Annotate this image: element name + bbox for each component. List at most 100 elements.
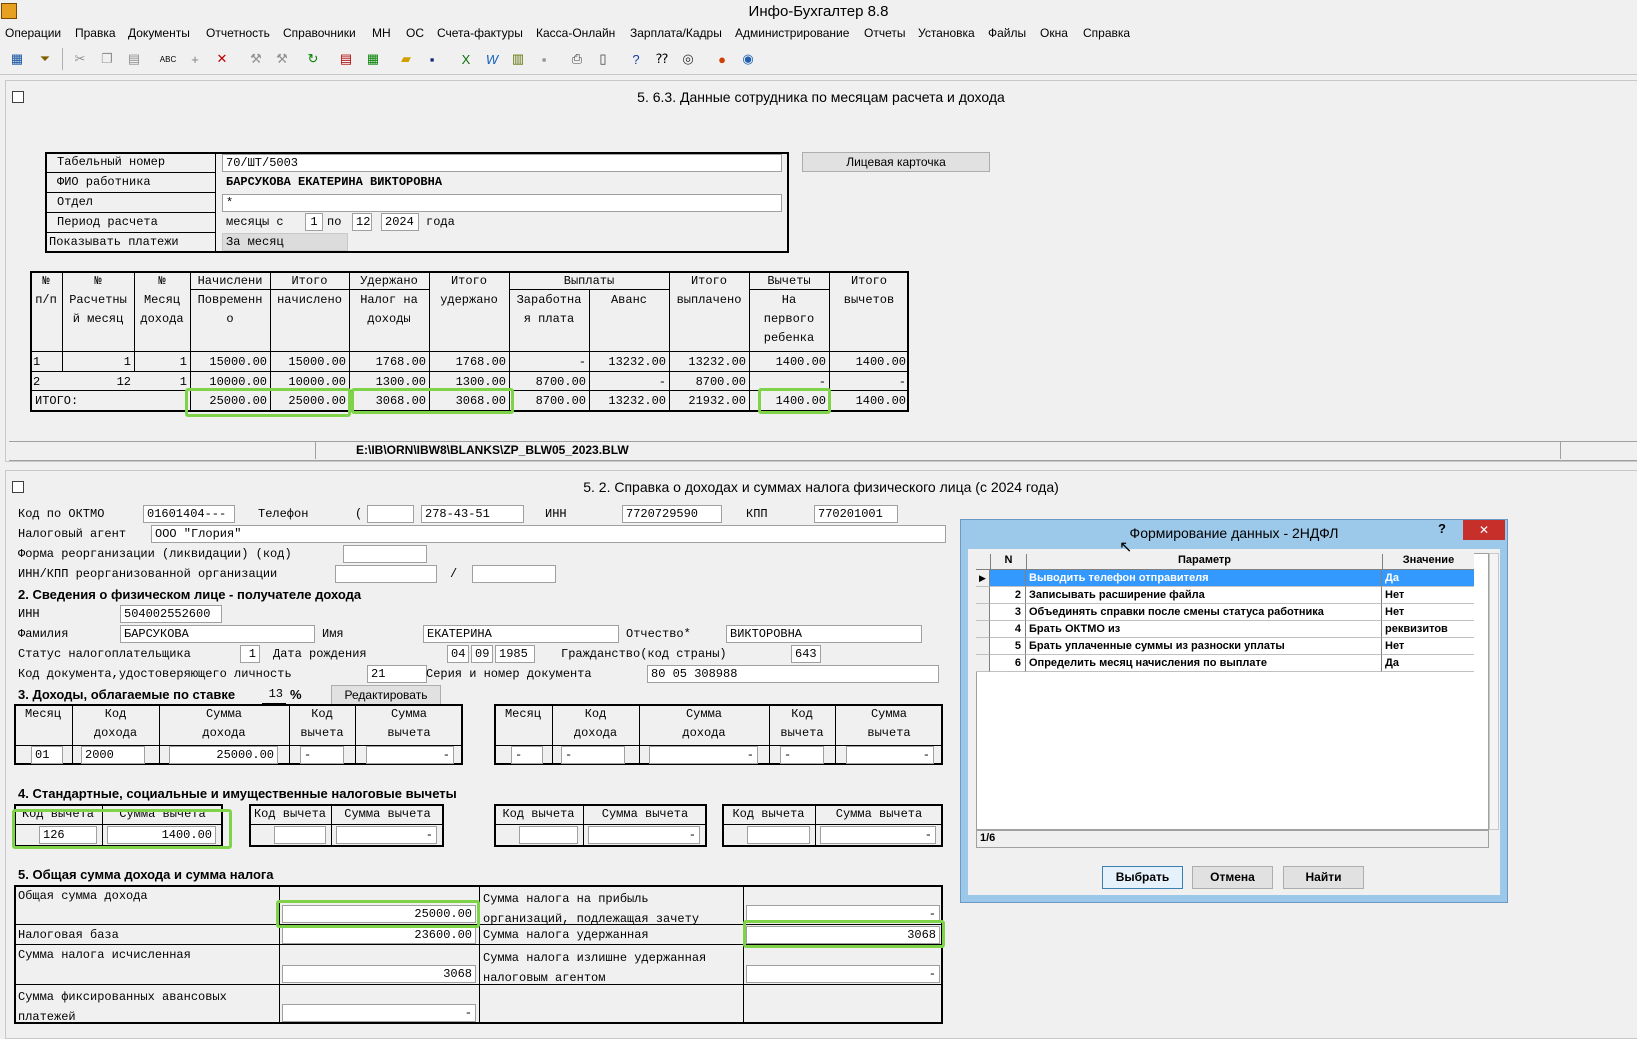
row-indicator[interactable] — [976, 655, 990, 672]
tool-icon[interactable]: ⚒ — [246, 49, 266, 69]
dob-day-field[interactable]: 04 — [447, 645, 469, 663]
patronymic-field[interactable]: ВИКТОРОВНА — [726, 625, 922, 643]
year-field[interactable]: 2024 — [381, 213, 419, 231]
income-ded-code-field[interactable]: - — [780, 746, 824, 764]
fixed-advance-field[interactable]: - — [282, 1004, 476, 1022]
menu-invoices[interactable]: Счета-фактуры — [437, 26, 523, 40]
income-code-field[interactable]: 2000 — [81, 746, 145, 764]
row-indicator[interactable] — [976, 587, 990, 604]
stamp-icon[interactable]: ▪ — [534, 49, 554, 69]
word-icon[interactable]: W — [482, 49, 502, 69]
phone-code-field[interactable] — [367, 505, 414, 523]
support-icon[interactable]: ● — [712, 49, 732, 69]
paste-icon[interactable]: ▤ — [124, 49, 144, 69]
tax-withheld-field[interactable]: 3068 — [746, 926, 940, 944]
value-cell[interactable]: Да — [1382, 655, 1474, 672]
add-icon[interactable]: + — [185, 49, 205, 69]
tab-number-field[interactable]: 70/ШТ/5003 — [222, 154, 782, 172]
period-from-field[interactable]: 1 — [305, 213, 323, 231]
deduction-code-field[interactable] — [747, 826, 810, 844]
edit-button[interactable]: Редактировать — [331, 685, 441, 705]
reorg-form-field[interactable] — [343, 545, 427, 563]
menu-salary[interactable]: Зарплата/Кадры — [630, 26, 722, 40]
find-button[interactable]: Найти — [1283, 866, 1364, 889]
deduction-code-field[interactable]: 126 — [39, 826, 97, 844]
spreadsheet-icon[interactable]: ▦ — [363, 49, 383, 69]
dialog-close-button[interactable]: ✕ — [1463, 520, 1505, 540]
doc-series-field[interactable]: 80 05 308988 — [647, 665, 939, 683]
value-cell[interactable]: Нет — [1382, 604, 1474, 621]
row-number[interactable]: 4 — [990, 621, 1026, 638]
personal-card-button[interactable]: Лицевая карточка — [802, 152, 990, 172]
menu-reporting[interactable]: Отчетность — [206, 26, 270, 40]
total-income-field[interactable]: 25000.00 — [282, 905, 476, 923]
income-sum-field[interactable]: - — [649, 746, 758, 764]
income-ded-sum-field[interactable]: - — [846, 746, 934, 764]
calculator-icon[interactable]: ▦ — [7, 49, 27, 69]
inn-field[interactable]: 7720729590 — [622, 505, 722, 523]
menu-admin[interactable]: Администрирование — [735, 26, 849, 40]
income-sum-field[interactable]: 25000.00 — [169, 746, 278, 764]
dept-field[interactable]: * — [222, 194, 782, 212]
reorg-inn-field[interactable] — [335, 565, 437, 583]
kpp-field[interactable]: 770201001 — [814, 505, 898, 523]
tax-rate-field[interactable]: 13 — [262, 686, 286, 704]
menu-references[interactable]: Справочники — [283, 26, 356, 40]
menu-help[interactable]: Справка — [1083, 26, 1130, 40]
value-cell[interactable]: Да — [1382, 570, 1474, 587]
menu-operations[interactable]: Операции — [5, 26, 61, 40]
profit-tax-field[interactable]: - — [746, 905, 940, 923]
reorg-kpp-field[interactable] — [472, 565, 556, 583]
value-cell[interactable]: реквизитов — [1382, 621, 1474, 638]
filter-icon[interactable]: ⏷ — [35, 49, 55, 69]
tax-base-field[interactable]: 23600.00 — [282, 926, 476, 944]
compass-icon[interactable]: ◎ — [678, 49, 698, 69]
row-number[interactable]: 2 — [990, 587, 1026, 604]
deduction-code-field[interactable] — [274, 826, 326, 844]
parameter-cell[interactable]: Записывать расширение файла — [1026, 587, 1382, 604]
period-to-field[interactable]: 12 — [352, 213, 372, 231]
taxpayer-status-field[interactable]: 1 — [240, 645, 260, 663]
row-number[interactable]: 5 — [990, 638, 1026, 655]
recipient-inn-field[interactable]: 504002552600 — [120, 605, 222, 623]
web-icon[interactable]: ◉ — [738, 49, 758, 69]
row-number[interactable]: 6 — [990, 655, 1026, 672]
deduction-code-field[interactable] — [519, 826, 578, 844]
row-indicator[interactable] — [976, 638, 990, 655]
dialog-scrollbar[interactable] — [1489, 553, 1499, 830]
parameter-cell[interactable]: Выводить телефон отправителя — [1026, 570, 1382, 587]
cancel-button[interactable]: Отмена — [1192, 866, 1273, 889]
agent-field[interactable]: ООО "Глория" — [151, 525, 946, 543]
menu-settings[interactable]: Установка — [918, 26, 975, 40]
open-folder-icon[interactable]: ▰ — [396, 49, 416, 69]
menu-files[interactable]: Файлы — [988, 26, 1026, 40]
parameter-cell[interactable]: Брать ОКТМО из — [1026, 621, 1382, 638]
menu-mn[interactable]: МН — [372, 26, 391, 40]
row-indicator[interactable] — [976, 604, 990, 621]
name-field[interactable]: ЕКАТЕРИНА — [423, 625, 619, 643]
income-code-field[interactable]: - — [561, 746, 625, 764]
doc-code-field[interactable]: 21 — [367, 665, 427, 683]
show-payments-select[interactable]: За месяц — [222, 233, 348, 251]
menu-os[interactable]: ОС — [406, 26, 424, 40]
dob-year-field[interactable]: 1985 — [495, 645, 535, 663]
oktmo-field[interactable]: 01601404--- — [143, 505, 235, 523]
parameter-cell[interactable]: Объединять справки после смены статуса р… — [1026, 604, 1382, 621]
menu-documents[interactable]: Документы — [128, 26, 190, 40]
copy-icon[interactable]: ❐ — [97, 49, 117, 69]
phone-field[interactable]: 278-43-51 — [421, 505, 524, 523]
parameter-cell[interactable]: Определить месяц начисления по выплате — [1026, 655, 1382, 672]
deduction-sum-field[interactable]: 1400.00 — [107, 826, 216, 844]
row-indicator[interactable]: ▶ — [976, 570, 990, 587]
menu-windows[interactable]: Окна — [1040, 26, 1068, 40]
preview-icon[interactable]: ▯ — [593, 49, 613, 69]
print-icon[interactable]: ⎙ — [567, 49, 587, 69]
row-indicator[interactable] — [976, 621, 990, 638]
surname-field[interactable]: БАРСУКОВА — [120, 625, 315, 643]
deduction-sum-field[interactable]: - — [588, 826, 700, 844]
row-number[interactable]: 3 — [990, 604, 1026, 621]
refresh-icon[interactable]: ↻ — [303, 49, 323, 69]
select-button[interactable]: Выбрать — [1102, 866, 1183, 889]
spell-icon[interactable]: ABC — [158, 49, 178, 69]
deduction-sum-field[interactable]: - — [820, 826, 936, 844]
